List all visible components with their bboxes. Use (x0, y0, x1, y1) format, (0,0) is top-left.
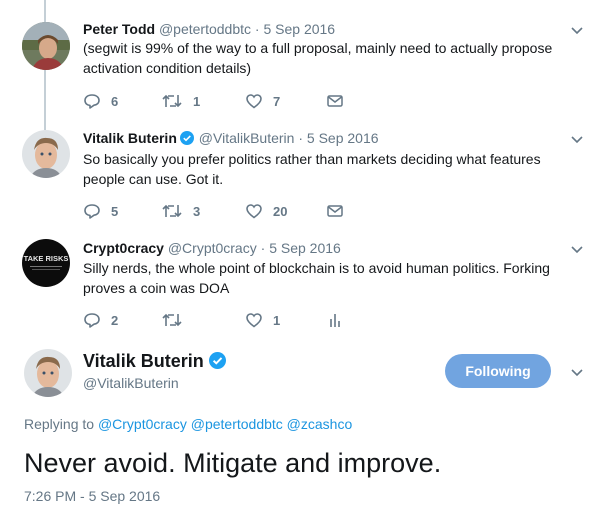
separator: · (294, 130, 307, 146)
direct-message-button[interactable] (326, 201, 344, 221)
tweet-date[interactable]: 5 Sep 2016 (263, 21, 335, 37)
author-name[interactable]: Vitalik Buterin (83, 130, 177, 146)
like-icon (246, 94, 262, 109)
tweet-date[interactable]: 5 Sep 2016 (269, 240, 341, 256)
avatar-text: TAKE RISKS (24, 254, 69, 263)
main-tweet-text: Never avoid. Mitigate and improve. (24, 448, 442, 478)
tweet-text: Silly nerds, the whole point of blockcha… (83, 260, 550, 296)
tweet-actions: 2 1 (83, 310, 503, 330)
tweet-text: (segwit is 99% of the way to a full prop… (83, 40, 553, 76)
analytics-button[interactable] (326, 310, 344, 330)
tweet-text: So basically you prefer politics rather … (83, 151, 541, 187)
separator: · (251, 21, 264, 37)
author-name[interactable]: Vitalik Buterin (83, 351, 204, 371)
message-icon (327, 205, 343, 217)
like-button[interactable]: 20 (245, 201, 287, 221)
message-icon (327, 95, 343, 107)
replying-to: Replying to @Crypt0cracy @petertoddbtc @… (24, 416, 352, 432)
tweet-header: Vitalik Buterin @VitalikButerin · 5 Sep … (83, 129, 379, 147)
avatar[interactable] (22, 130, 70, 178)
chevron-down-icon[interactable] (570, 242, 584, 256)
avatar[interactable] (22, 22, 70, 70)
author-handle[interactable]: @VitalikButerin (83, 375, 179, 391)
separator: · (256, 240, 270, 256)
like-button[interactable]: 7 (245, 91, 280, 111)
tweet-header: Crypt0cracy @Crypt0cracy · 5 Sep 2016 (83, 239, 341, 257)
retweet-count: 3 (193, 203, 201, 219)
author-name[interactable]: Peter Todd (83, 21, 155, 37)
retweet-icon (162, 313, 182, 327)
avatar[interactable] (24, 349, 72, 397)
reply-icon (84, 313, 100, 328)
retweet-button[interactable]: 3 (161, 201, 200, 221)
chevron-down-icon[interactable] (570, 365, 584, 379)
author-handle[interactable]: @VitalikButerin (199, 130, 295, 146)
reply-button[interactable]: 5 (83, 201, 118, 221)
retweet-button[interactable]: 1 (161, 91, 200, 111)
like-count: 7 (273, 93, 281, 109)
retweet-count: 1 (193, 93, 201, 109)
avatar[interactable]: TAKE RISKS (22, 239, 70, 287)
tweet-timestamp[interactable]: 7:26 PM - 5 Sep 2016 (24, 488, 160, 504)
tweet-actions: 5 3 20 (83, 201, 503, 221)
reply-button[interactable]: 6 (83, 91, 118, 111)
reply-icon (84, 94, 100, 109)
reply-button[interactable]: 2 (83, 310, 118, 330)
tweet-peter-todd[interactable]: Peter Todd @petertoddbtc · 5 Sep 2016 (s… (0, 0, 614, 120)
like-icon (246, 313, 262, 328)
main-author-name[interactable]: Vitalik Buterin (83, 350, 227, 372)
reply-count: 2 (111, 312, 119, 328)
verified-icon (179, 131, 194, 145)
tweet-crypt0cracy[interactable]: TAKE RISKS Crypt0cracy @Crypt0cracy · 5 … (0, 230, 614, 340)
reply-count: 5 (111, 203, 119, 219)
replying-prefix: Replying to (24, 416, 95, 432)
reply-icon (84, 204, 100, 219)
mention-link[interactable]: @petertoddbtc (191, 416, 283, 432)
direct-message-button[interactable] (326, 91, 344, 111)
tweet-date[interactable]: 5 Sep 2016 (307, 130, 379, 146)
like-count: 1 (273, 312, 281, 328)
like-icon (246, 204, 262, 219)
verified-icon (208, 352, 226, 369)
mention-link[interactable]: @Crypt0cracy (98, 416, 187, 432)
tweet-actions: 6 1 7 (83, 91, 503, 111)
mention-link[interactable]: @zcashco (287, 416, 353, 432)
like-button[interactable]: 1 (245, 310, 280, 330)
author-handle[interactable]: @petertoddbtc (159, 21, 251, 37)
tweet-header: Peter Todd @petertoddbtc · 5 Sep 2016 (83, 20, 335, 38)
analytics-icon (330, 314, 340, 327)
author-name[interactable]: Crypt0cracy (83, 240, 164, 256)
like-count: 20 (273, 203, 288, 219)
author-handle[interactable]: @Crypt0cracy (168, 240, 257, 256)
reply-count: 6 (111, 93, 119, 109)
tweet-vitalik-buterin[interactable]: Vitalik Buterin @VitalikButerin · 5 Sep … (0, 120, 614, 230)
chevron-down-icon[interactable] (570, 132, 584, 146)
retweet-icon (162, 94, 182, 108)
retweet-button[interactable] (161, 310, 193, 330)
chevron-down-icon[interactable] (570, 23, 584, 37)
following-button[interactable]: Following (445, 354, 551, 388)
retweet-icon (162, 204, 182, 218)
